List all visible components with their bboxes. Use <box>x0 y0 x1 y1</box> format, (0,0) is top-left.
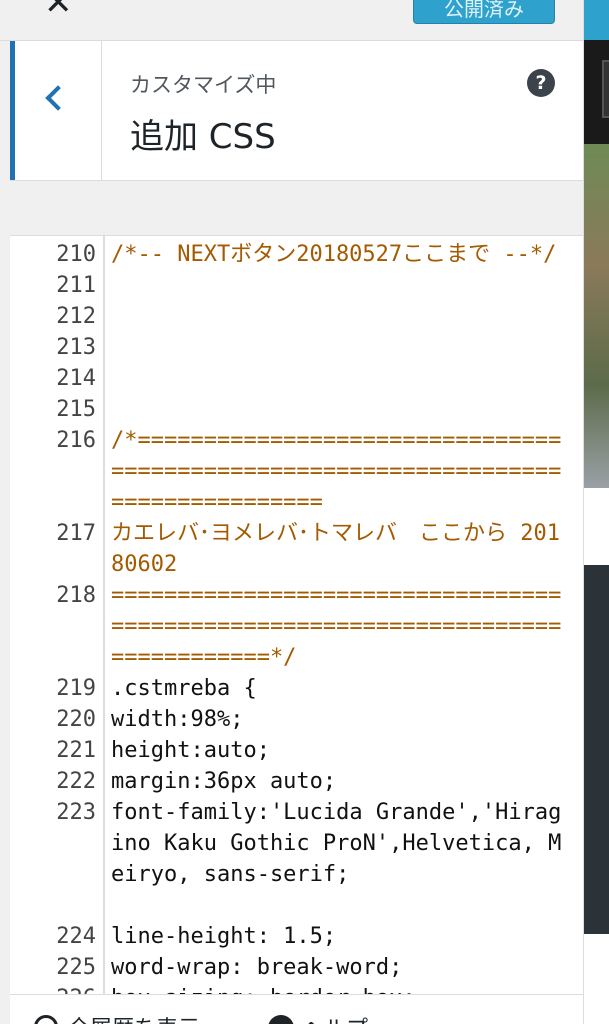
preview-device-screen <box>602 60 609 118</box>
site-preview <box>583 0 609 1024</box>
line-number: 215 <box>56 397 96 422</box>
code-text: カエレバ･ヨメレバ･トマレバ ここから 20180602 <box>111 521 560 577</box>
line-number: 216 <box>56 428 96 453</box>
line-number: 224 <box>56 924 96 949</box>
code-text: .cstmreba { <box>111 676 257 701</box>
back-button[interactable] <box>10 41 102 180</box>
customizer-topbar: ✕ 公開済み <box>0 0 583 41</box>
code-text: font-family:'Lucida Grande','Hiragino Ka… <box>111 800 562 887</box>
code-text: width:98%; <box>111 707 244 732</box>
line-number: 219 <box>56 676 96 701</box>
publish-button[interactable]: 公開済み <box>413 0 555 24</box>
help-link[interactable]: ヘルプ <box>302 1011 368 1024</box>
line-number: 221 <box>56 738 96 763</box>
line-number: 225 <box>56 955 96 980</box>
line-number: 211 <box>56 273 96 298</box>
help-icon[interactable] <box>268 1015 294 1024</box>
clock-icon[interactable] <box>34 1015 58 1024</box>
line-number: 214 <box>56 366 96 391</box>
close-icon[interactable]: ✕ <box>44 0 73 20</box>
section-header: カスタマイズ中 追加 CSS ? <box>10 41 583 181</box>
history-link[interactable]: 全履歴を表示 <box>68 1011 200 1024</box>
line-number: 222 <box>56 769 96 794</box>
section-gap <box>10 181 583 235</box>
chevron-left-icon <box>45 85 71 111</box>
line-number: 223 <box>56 800 96 825</box>
customizer-panel: ✕ 公開済み カスタマイズ中 追加 CSS ? 210 /*-- NEXTボタン… <box>0 0 583 1024</box>
help-icon[interactable]: ? <box>527 69 555 97</box>
line-number: 210 <box>56 242 96 267</box>
code-text: word-wrap: break-word; <box>111 955 403 980</box>
preview-photo <box>584 144 609 488</box>
preview-device <box>584 40 609 144</box>
line-number: 217 <box>56 521 96 546</box>
line-number: 218 <box>56 583 96 608</box>
code-text: /*-- NEXTボタン20180527ここまで --*/ <box>111 242 557 267</box>
customizer-footer: 全履歴を表示 ヘルプ <box>10 994 583 1024</box>
line-number: 213 <box>56 335 96 360</box>
code-text: height:auto; <box>111 738 270 763</box>
code-text: /*======================================… <box>111 428 562 515</box>
preview-header <box>584 0 609 40</box>
css-code-editor[interactable]: 210 /*-- NEXTボタン20180527ここまで --*/ 211 21… <box>10 235 583 995</box>
preview-block <box>584 565 609 934</box>
code-text: ========================================… <box>111 583 562 670</box>
code-text: line-height: 1.5; <box>111 924 337 949</box>
code-text: margin:36px auto; <box>111 769 337 794</box>
line-number: 220 <box>56 707 96 732</box>
line-number: 212 <box>56 304 96 329</box>
section-title: 追加 CSS <box>130 117 276 157</box>
section-subtitle: カスタマイズ中 <box>130 73 277 97</box>
